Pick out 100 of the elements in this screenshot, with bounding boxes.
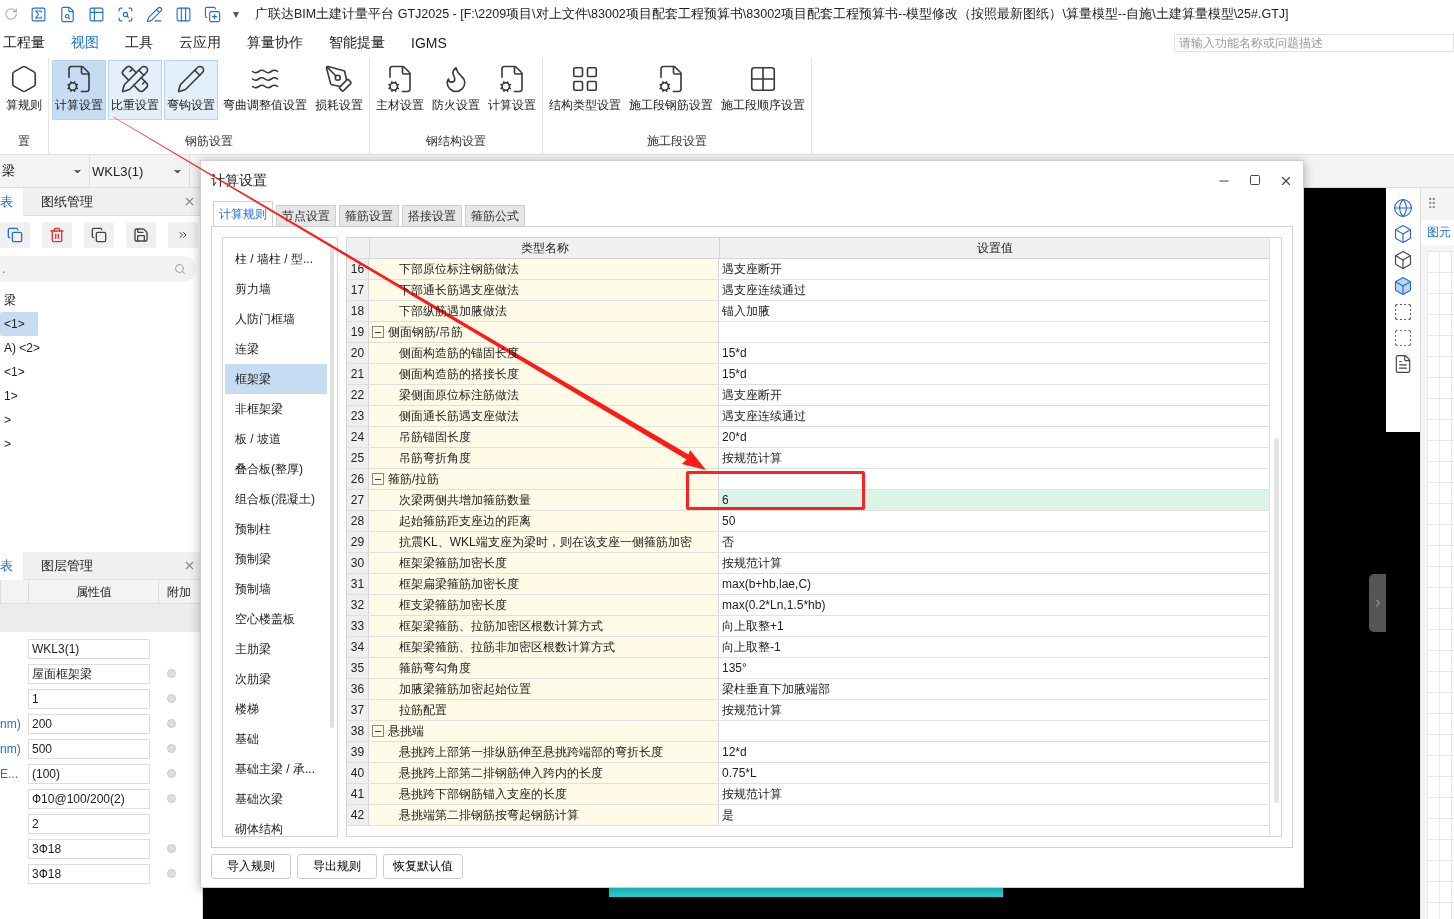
setting-value[interactable]: 向上取整-1 bbox=[722, 640, 781, 654]
scrollbar[interactable] bbox=[1274, 438, 1279, 803]
ribbon-button[interactable]: 损耗设置 bbox=[312, 60, 366, 120]
attach-radio[interactable] bbox=[167, 694, 176, 703]
category-item[interactable]: 预制墙 bbox=[225, 574, 327, 604]
category-item[interactable]: 叠合板(整厚) bbox=[225, 454, 327, 484]
selection-icon[interactable] bbox=[1393, 328, 1413, 348]
setting-value[interactable]: 按规范计算 bbox=[722, 556, 782, 570]
close-icon[interactable] bbox=[1279, 174, 1293, 188]
ribbon-button[interactable]: 弯曲调整值设置 bbox=[220, 60, 310, 120]
menu-item[interactable]: 算量协作 bbox=[234, 34, 316, 52]
scan-search-icon[interactable] bbox=[117, 5, 134, 23]
copy-button[interactable] bbox=[84, 222, 114, 248]
category-item[interactable]: 剪力墙 bbox=[225, 274, 327, 304]
property-field[interactable]: 200 bbox=[28, 713, 150, 734]
attach-radio[interactable] bbox=[167, 869, 176, 878]
category-item[interactable]: 空心楼盖板 bbox=[225, 604, 327, 634]
attach-radio[interactable] bbox=[167, 719, 176, 728]
pencil-icon[interactable] bbox=[146, 5, 163, 23]
category-item[interactable]: 砌体结构 bbox=[225, 814, 327, 844]
dialog-tab[interactable]: 计算规则 bbox=[213, 201, 273, 226]
table-icon[interactable] bbox=[88, 5, 105, 23]
panel-tab[interactable]: 表 bbox=[0, 551, 23, 580]
tree-item[interactable]: A) <2> bbox=[0, 336, 38, 360]
setting-value[interactable]: 按规范计算 bbox=[722, 787, 782, 801]
category-item[interactable]: 基础主梁 / 承... bbox=[225, 754, 327, 784]
cube-icon[interactable] bbox=[1393, 250, 1413, 270]
property-field[interactable]: 3Ф18 bbox=[28, 838, 150, 859]
property-field[interactable]: Ф10@100/200(2) bbox=[28, 788, 150, 809]
collapse-toggle[interactable] bbox=[372, 473, 384, 485]
category-item[interactable]: 主肋梁 bbox=[225, 634, 327, 664]
panel-tab[interactable]: 表 bbox=[0, 187, 23, 216]
ribbon-button[interactable]: 比重设置 bbox=[108, 60, 162, 120]
ribbon-button[interactable]: 防火设置 bbox=[429, 60, 483, 120]
property-field[interactable]: WKL3(1) bbox=[28, 638, 150, 659]
redo-icon[interactable] bbox=[4, 7, 18, 21]
setting-value[interactable]: 遇支座断开 bbox=[722, 388, 782, 402]
collapse-handle[interactable] bbox=[1369, 574, 1386, 632]
setting-value[interactable]: 遇支座连续通过 bbox=[722, 283, 806, 297]
sigma-icon[interactable] bbox=[30, 5, 47, 23]
ribbon-button[interactable]: 结构类型设置 bbox=[546, 60, 624, 120]
category-item[interactable]: 楼梯 bbox=[225, 694, 327, 724]
category-item[interactable]: 人防门框墙 bbox=[225, 304, 327, 334]
quick-access-menu[interactable]: ▾ bbox=[233, 7, 240, 21]
dialog-tab[interactable]: 箍筋设置 bbox=[339, 205, 399, 226]
category-item[interactable]: 组合板(混凝土) bbox=[225, 484, 327, 514]
setting-value[interactable]: max(0.2*Ln,1.5*hb) bbox=[722, 598, 826, 612]
copy-icon[interactable] bbox=[204, 5, 221, 23]
setting-value[interactable]: 6 bbox=[722, 493, 729, 507]
save-button[interactable] bbox=[126, 222, 156, 248]
property-field[interactable]: 1 bbox=[28, 688, 150, 709]
menu-item[interactable]: 工具 bbox=[112, 34, 166, 52]
property-field[interactable]: 3Ф18 bbox=[28, 863, 150, 884]
tree-item[interactable]: <1> bbox=[0, 360, 38, 384]
ribbon-button[interactable]: 计算设置 bbox=[52, 60, 106, 120]
setting-value[interactable]: 是 bbox=[722, 808, 734, 822]
menu-item[interactable]: 云应用 bbox=[166, 34, 234, 52]
maximize-icon[interactable] bbox=[1249, 174, 1261, 186]
dialog-tab[interactable]: 搭接设置 bbox=[402, 205, 462, 226]
setting-value[interactable]: max(b+hb,lae,C) bbox=[722, 577, 812, 591]
dropdown[interactable]: 梁 bbox=[0, 155, 90, 187]
category-item[interactable]: 柱 / 墙柱 / 型... bbox=[225, 244, 327, 274]
cube-icon[interactable] bbox=[1393, 276, 1413, 296]
ribbon-button[interactable]: 计算设置 bbox=[485, 60, 539, 120]
tree-item[interactable]: > bbox=[0, 432, 38, 456]
category-item[interactable]: 预制梁 bbox=[225, 544, 327, 574]
menu-item[interactable]: 视图 bbox=[58, 34, 112, 52]
setting-value[interactable]: 135° bbox=[722, 661, 747, 675]
setting-value[interactable]: 锚入加腋 bbox=[722, 304, 770, 318]
attach-radio[interactable] bbox=[167, 769, 176, 778]
property-field[interactable]: (100) bbox=[28, 763, 150, 784]
ribbon-button[interactable]: 主材设置 bbox=[373, 60, 427, 120]
ribbon-button[interactable]: 施工段钢筋设置 bbox=[626, 60, 716, 120]
cube-icon[interactable] bbox=[1393, 224, 1413, 244]
category-item[interactable]: 框架梁 bbox=[225, 364, 327, 394]
attach-radio[interactable] bbox=[167, 844, 176, 853]
category-item[interactable]: 基础 bbox=[225, 724, 327, 754]
property-field[interactable]: 2 bbox=[28, 813, 150, 834]
dialog-button[interactable]: 导入规则 bbox=[211, 854, 291, 879]
setting-value[interactable]: 12*d bbox=[722, 745, 747, 759]
document-icon[interactable] bbox=[1393, 354, 1413, 374]
category-item[interactable]: 预制柱 bbox=[225, 514, 327, 544]
menu-item[interactable]: 智能提量 bbox=[316, 34, 398, 52]
setting-value[interactable]: 按规范计算 bbox=[722, 703, 782, 717]
setting-value[interactable]: 0.75*L bbox=[722, 766, 757, 780]
setting-value[interactable]: 按规范计算 bbox=[722, 451, 782, 465]
attach-radio[interactable] bbox=[167, 794, 176, 803]
ribbon-button[interactable]: 施工段顺序设置 bbox=[718, 60, 808, 120]
setting-value[interactable]: 梁柱垂直下加腋端部 bbox=[722, 682, 830, 696]
ribbon-button[interactable]: 算规则 bbox=[3, 60, 45, 120]
attach-radio[interactable] bbox=[167, 669, 176, 678]
delete-button[interactable] bbox=[42, 222, 72, 248]
panel-tab[interactable]: 图元 bbox=[1421, 220, 1454, 245]
setting-value[interactable]: 15*d bbox=[722, 367, 747, 381]
setting-value[interactable]: 否 bbox=[722, 535, 734, 549]
search-field[interactable]: 请输入功能名称或问题描述 bbox=[1174, 34, 1454, 52]
document-search-icon[interactable] bbox=[59, 5, 76, 23]
tree-item[interactable]: 梁 bbox=[0, 288, 38, 312]
category-item[interactable]: 基础次梁 bbox=[225, 784, 327, 814]
property-field[interactable]: 500 bbox=[28, 738, 150, 759]
